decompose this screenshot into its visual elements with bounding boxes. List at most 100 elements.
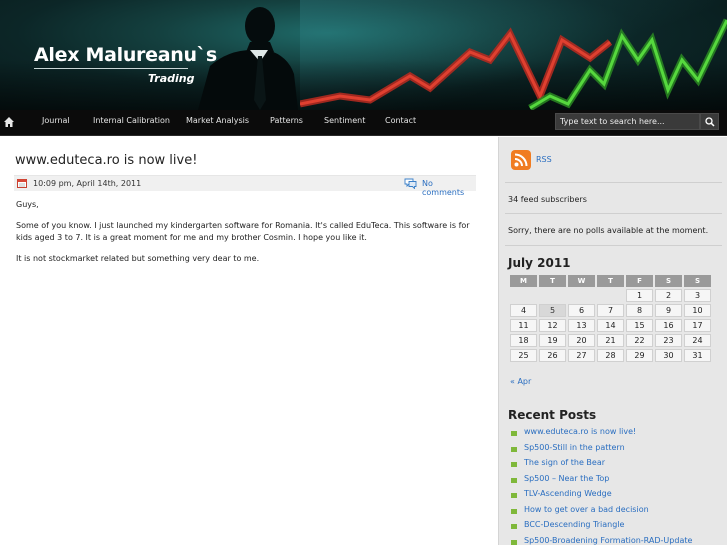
site-title[interactable]: Alex Malureanu`s	[34, 44, 217, 66]
calendar-day: 15	[626, 319, 653, 332]
calendar-day: 22	[626, 334, 653, 347]
weekday-header: T	[597, 275, 624, 287]
calendar-week-row: 4 5 6 7 8 9 10	[510, 304, 711, 317]
post-paragraph: Some of you know. I just launched my kin…	[16, 221, 470, 242]
calendar-day: 30	[655, 349, 682, 362]
divider	[505, 182, 722, 183]
weekday-header: M	[510, 275, 537, 287]
calendar-day: 7	[597, 304, 624, 317]
bullet-icon	[511, 477, 517, 483]
site-header: Alex Malureanu`s Trading	[0, 0, 727, 110]
recent-post-link[interactable]: BCC-Descending Triangle	[524, 520, 624, 529]
calendar-week-row: 18 19 20 21 22 23 24	[510, 334, 711, 347]
calendar-title: July 2011	[508, 256, 571, 270]
nav-patterns[interactable]: Patterns	[270, 116, 303, 125]
calendar-empty-cell	[539, 289, 566, 302]
calendar-empty-cell	[568, 289, 595, 302]
search-icon	[705, 117, 715, 127]
calendar-day: 5	[539, 304, 566, 317]
calendar-prev-month[interactable]: « Apr	[510, 377, 531, 386]
title-underline	[34, 68, 188, 69]
calendar-day: 2	[655, 289, 682, 302]
nav-internal-calibration[interactable]: Internal Calibration	[93, 116, 170, 125]
rss-link[interactable]: RSS	[536, 155, 552, 164]
recent-post-link[interactable]: The sign of the Bear	[524, 458, 605, 467]
market-trend-graphic	[300, 18, 727, 110]
recent-post-link[interactable]: How to get over a bad decision	[524, 505, 649, 514]
calendar-day: 25	[510, 349, 537, 362]
calendar-day: 10	[684, 304, 711, 317]
polls-message: Sorry, there are no polls available at t…	[508, 226, 709, 235]
calendar-day: 11	[510, 319, 537, 332]
post-meta-bar: 10:09 pm, April 14th, 2011 No comments	[14, 175, 476, 197]
recent-post-link[interactable]: Sp500-Broadening Formation-RAD-Update	[524, 536, 692, 545]
recent-post-link[interactable]: Sp500-Still in the pattern	[524, 443, 625, 452]
calendar-day: 8	[626, 304, 653, 317]
calendar-day: 29	[626, 349, 653, 362]
calendar-week-row: 123	[510, 289, 711, 302]
divider	[505, 213, 722, 214]
calendar-day: 24	[684, 334, 711, 347]
calendar-day: 4	[510, 304, 537, 317]
feed-subscribers: 34 feed subscribers	[508, 195, 587, 204]
nav-journal[interactable]: Journal	[42, 116, 70, 125]
recent-post-link[interactable]: www.eduteca.ro is now live!	[524, 427, 636, 436]
calendar-day: 26	[539, 349, 566, 362]
post-paragraph: Guys,	[16, 200, 39, 209]
bullet-icon	[511, 539, 517, 545]
calendar-day: 9	[655, 304, 682, 317]
calendar-day: 23	[655, 334, 682, 347]
calendar-day: 28	[597, 349, 624, 362]
calendar-day: 27	[568, 349, 595, 362]
post-content-area: www.eduteca.ro is now live! 10:09 pm, Ap…	[0, 137, 498, 545]
calendar-day: 12	[539, 319, 566, 332]
home-icon[interactable]	[3, 116, 15, 128]
post-body: Guys, Some of you know. I just launched …	[16, 199, 478, 274]
post-date: 10:09 pm, April 14th, 2011	[33, 179, 142, 188]
calendar-icon	[17, 179, 27, 188]
calendar-day: 6	[568, 304, 595, 317]
calendar-table: M T W T F S S 1 2 3 4 5 6 7 8 9 10 11 12 13 14 15 16 17 1…	[508, 273, 713, 364]
calendar-week-row: 11 12 13 14 15 16 17	[510, 319, 711, 332]
calendar-day: 20	[568, 334, 595, 347]
calendar-day: 19	[539, 334, 566, 347]
nav-market-analysis[interactable]: Market Analysis	[186, 116, 249, 125]
weekday-header: F	[626, 275, 653, 287]
site-subtitle: Trading	[148, 72, 195, 85]
rss-icon[interactable]	[511, 150, 531, 170]
calendar-day: 18	[510, 334, 537, 347]
bullet-icon	[511, 508, 517, 514]
calendar-day: 1	[626, 289, 653, 302]
nav-contact[interactable]: Contact	[385, 116, 416, 125]
comment-icon	[404, 178, 417, 189]
nav-sentiment[interactable]: Sentiment	[324, 116, 365, 125]
post-title[interactable]: www.eduteca.ro is now live!	[15, 153, 197, 168]
calendar-day: 13	[568, 319, 595, 332]
search-input[interactable]: Type text to search here...	[555, 113, 700, 130]
calendar-day: 3	[684, 289, 711, 302]
weekday-header: S	[684, 275, 711, 287]
sidebar: RSS 34 feed subscribers Sorry, there are…	[498, 137, 727, 545]
weekday-header: S	[655, 275, 682, 287]
comments-link[interactable]: No comments	[422, 179, 476, 197]
calendar-day: 31	[684, 349, 711, 362]
calendar-empty-cell	[597, 289, 624, 302]
bullet-icon	[511, 431, 517, 436]
bullet-icon	[511, 524, 517, 529]
calendar-empty-cell	[510, 289, 537, 302]
recent-post-link[interactable]: Sp500 – Near the Top	[524, 474, 609, 483]
search-button[interactable]	[700, 113, 719, 130]
divider	[505, 245, 722, 246]
weekday-header: T	[539, 275, 566, 287]
calendar-week-row: 25 26 27 28 29 30 31	[510, 349, 711, 362]
post-paragraph: It is not stockmarket related but someth…	[16, 254, 260, 263]
bullet-icon	[511, 446, 517, 452]
calendar-day: 14	[597, 319, 624, 332]
calendar-day: 16	[655, 319, 682, 332]
bullet-icon	[511, 493, 517, 498]
bullet-icon	[511, 462, 517, 467]
weekday-header: W	[568, 275, 595, 287]
calendar-day: 17	[684, 319, 711, 332]
recent-post-link[interactable]: TLV-Ascending Wedge	[524, 489, 612, 498]
recent-posts-title: Recent Posts	[508, 408, 597, 422]
